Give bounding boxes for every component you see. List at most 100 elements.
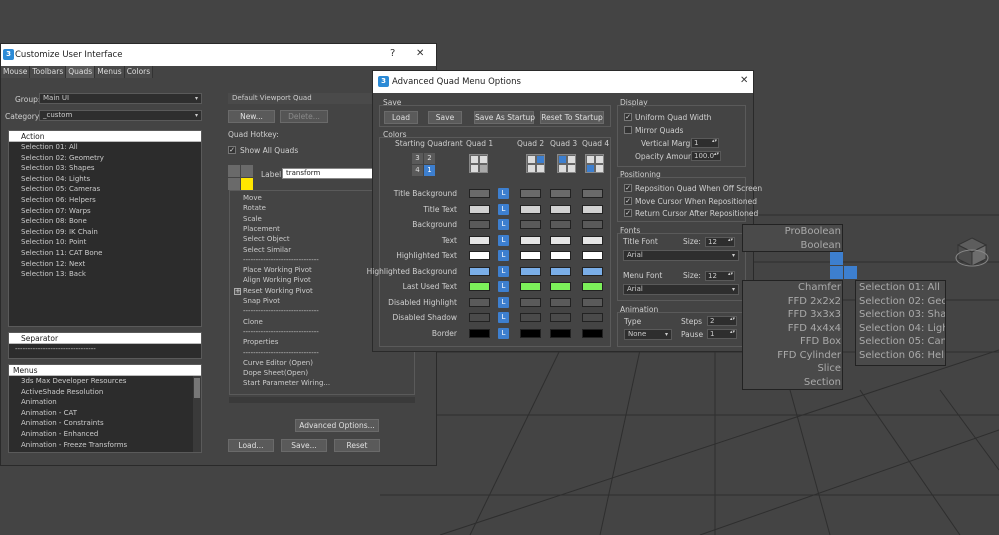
menus-scrollbar[interactable] [193,376,201,452]
separator-header[interactable]: Separator [9,333,201,344]
reset-button[interactable]: Reset [334,439,380,452]
action-item[interactable]: Selection 12: Next [9,259,201,270]
action-item[interactable]: Selection 11: CAT Bone [9,248,201,259]
title-font-dropdown[interactable]: Arial ▾ [623,250,739,261]
quad-item[interactable]: Scale [243,214,262,224]
color-swatch[interactable] [520,266,541,276]
quad-menu-item[interactable]: Slice [743,362,841,376]
new-quad-button[interactable]: New... [228,110,275,123]
animation-steps-spinner[interactable]: 2 ▴▾ [707,316,737,326]
color-swatch[interactable] [469,235,490,245]
starting-quadrant-selector[interactable]: 3 2 4 1 [412,153,436,177]
color-swatch[interactable] [469,297,490,307]
color-swatch[interactable] [469,313,490,322]
separator-item[interactable]: -------------------------------- [9,344,201,355]
advanced-titlebar[interactable]: 3 Advanced Quad Menu Options ✕ [373,71,753,93]
mirror-quads-checkbox[interactable] [624,126,632,134]
group-dropdown[interactable]: Main UI ▾ [39,93,202,104]
save-button[interactable]: Save... [281,439,327,452]
quad-menu-item[interactable]: FFD 2x2x2 [743,295,841,309]
tab-menus[interactable]: Menus [95,66,125,78]
quad-item[interactable]: Curve Editor (Open) [243,358,313,368]
color-swatch[interactable] [520,297,541,307]
vertical-margins-spinner[interactable]: 1 ▴▾ [691,138,719,148]
color-swatch[interactable] [582,313,603,322]
quad-menu-item[interactable]: Chamfer [743,281,841,295]
quadrant-1-button[interactable]: 1 [424,165,435,176]
menu-font-size-spinner[interactable]: 12 ▴▾ [705,271,735,281]
category-dropdown[interactable]: _custom ▾ [39,110,202,121]
customize-titlebar[interactable]: 3 Customize User Interface ? ✕ [1,44,436,66]
spinner-arrows-icon[interactable]: ▴▾ [712,139,717,144]
quad-item[interactable]: Align Working Pivot [243,275,311,285]
lock-l-button[interactable]: L [498,327,509,339]
color-swatch[interactable] [469,220,490,229]
action-item[interactable]: Selection 02: Geometry [9,153,201,164]
action-item[interactable]: Selection 03: Shapes [9,163,201,174]
quadrant-top-left[interactable] [228,165,240,177]
opacity-spinner[interactable]: 100.0 ▴▾ [691,151,721,161]
quad-menu-item[interactable]: Selection 04: Lights [859,322,945,336]
action-item[interactable]: Selection 09: IK Chain [9,227,201,238]
color-swatch[interactable] [550,235,571,245]
color-swatch[interactable] [520,282,541,291]
quad-center-left[interactable] [830,266,843,279]
load-button[interactable]: Load... [228,439,274,452]
spinner-arrows-icon[interactable]: ▴▾ [730,330,735,335]
quad-menu-upper-left[interactable]: ProBoolean Boolean [742,224,843,252]
quad-menu-item[interactable]: Selection 02: Geometry [859,295,945,309]
spinner-arrows-icon[interactable]: ▴▾ [730,317,735,322]
color-swatch[interactable] [550,251,571,260]
quadrant-top-right[interactable] [241,165,253,177]
color-swatch[interactable] [550,282,571,291]
quad-menu-item[interactable]: FFD Box [743,335,841,349]
close-icon[interactable]: ✕ [740,75,748,87]
title-font-size-spinner[interactable]: 12 ▴▾ [705,237,735,247]
quadrant-bottom-right[interactable] [241,178,253,190]
color-swatch[interactable] [520,220,541,229]
lock-l-button[interactable]: L [498,250,509,261]
quad-menu-item[interactable]: FFD Cylinder [743,349,841,363]
action-item[interactable]: Selection 08: Bone [9,216,201,227]
quad-set-dropdown[interactable]: Default Viewport Quad [228,93,378,104]
adv-load-button[interactable]: Load [384,111,418,124]
lock-l-button[interactable]: L [498,265,509,277]
show-all-quads-checkbox[interactable]: ✓ [228,146,236,154]
action-item[interactable]: Selection 07: Warps [9,206,201,217]
color-swatch[interactable] [582,266,603,276]
color-swatch[interactable] [582,220,603,229]
color-swatch[interactable] [582,297,603,307]
quad-items-hscrollbar[interactable] [229,397,415,403]
action-item[interactable]: Selection 04: Lights [9,174,201,185]
color-swatch[interactable] [520,189,541,198]
quad-item[interactable]: Dope Sheet(Open) [243,368,308,378]
color-swatch[interactable] [582,328,603,338]
quad-center-right[interactable] [844,266,857,279]
lock-l-button[interactable]: L [498,296,509,308]
quad-item[interactable]: ------------------------------ [243,255,319,265]
color-swatch[interactable] [469,282,490,291]
color-swatch[interactable] [520,251,541,260]
quadrant-3-button[interactable]: 3 [412,153,423,164]
quad-menu-item[interactable]: Selection 06: Helpers [859,349,945,363]
lock-l-button[interactable]: L [498,203,509,215]
quad-item[interactable]: Place Working Pivot [243,265,312,275]
reset-to-startup-button[interactable]: Reset To Startup [540,111,604,124]
color-swatch[interactable] [550,297,571,307]
color-swatch[interactable] [550,204,571,214]
quad-center-top[interactable] [830,252,843,265]
quad-quadrant-selector[interactable] [228,165,254,191]
scrollbar-thumb[interactable] [194,378,200,398]
quad-item[interactable]: Select Similar [243,245,291,255]
action-item[interactable]: Selection 13: Back [9,269,201,280]
tab-quads[interactable]: Quads [66,66,96,78]
menus-list[interactable]: Menus 3ds Max Developer Resources ActiveS… [8,364,202,453]
quad-item[interactable]: ------------------------------ [243,348,319,358]
quad-menu-item[interactable]: FFD 4x4x4 [743,322,841,336]
quad-menu-lower-right[interactable]: Selection 01: AllSelection 02: GeometryS… [855,280,946,366]
color-swatch[interactable] [520,204,541,214]
color-swatch[interactable] [469,328,490,338]
delete-quad-button[interactable]: Delete... [280,110,328,123]
quad-menu-item[interactable]: Selection 05: Cameras [859,335,945,349]
lock-l-button[interactable]: L [498,219,509,230]
